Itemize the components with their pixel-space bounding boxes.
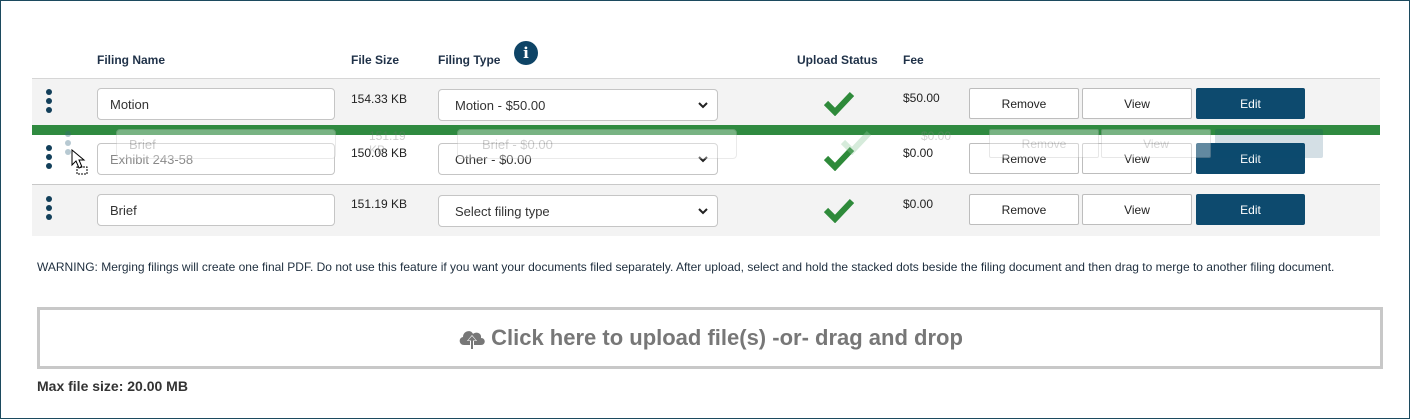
filing-type-select[interactable]: Motion - $50.00	[438, 89, 718, 121]
cursor-icon	[71, 149, 88, 175]
filing-type-value: Motion - $50.00	[455, 97, 546, 113]
filing-name-input[interactable]	[97, 194, 335, 226]
ghost-remove-button: Remove	[989, 129, 1099, 158]
check-icon	[824, 198, 854, 223]
filing-panel: Filing Name File Size Filing Type i Uplo…	[0, 0, 1410, 419]
upload-text: Click here to upload file(s) -or- drag a…	[491, 325, 963, 350]
check-icon	[841, 130, 871, 155]
filing-type-value: Select filing type	[455, 203, 550, 219]
view-button[interactable]: View	[1082, 194, 1192, 225]
remove-button[interactable]: Remove	[969, 88, 1079, 119]
filing-name-input[interactable]	[97, 88, 335, 120]
max-file-size: Max file size: 20.00 MB	[37, 378, 188, 394]
edit-button[interactable]: Edit	[1196, 88, 1305, 119]
fee-value: $50.00	[903, 91, 940, 105]
ghost-filing-type: Brief - $0.00	[457, 129, 737, 159]
cloud-upload-icon	[459, 331, 485, 349]
file-size: 154.33 KB	[351, 92, 408, 106]
remove-button[interactable]: Remove	[969, 194, 1079, 225]
filing-type-select[interactable]: Select filing type	[438, 195, 718, 227]
ghost-view-button: View	[1101, 129, 1211, 158]
header-file-size: File Size	[351, 53, 400, 67]
header-filing-name: Filing Name	[97, 53, 166, 67]
ghost-fee: $0.00	[921, 129, 952, 143]
drag-handle-icon[interactable]	[46, 89, 52, 116]
info-icon[interactable]: i	[514, 41, 538, 65]
view-button[interactable]: View	[1082, 88, 1192, 119]
header-filing-type: Filing Type	[438, 53, 501, 67]
drag-handle-icon[interactable]	[46, 145, 52, 172]
ghost-filing-name: Brief	[116, 129, 336, 159]
header-fee: Fee	[903, 53, 924, 67]
fee-value: $0.00	[903, 197, 934, 211]
fee-value: $0.00	[903, 146, 934, 160]
edit-button[interactable]: Edit	[1196, 194, 1305, 225]
check-icon	[824, 91, 854, 116]
chevron-down-icon	[698, 208, 708, 215]
header-upload-status: Upload Status	[797, 53, 878, 67]
upload-dropzone[interactable]: Click here to upload file(s) -or- drag a…	[37, 307, 1383, 369]
chevron-down-icon	[698, 102, 708, 109]
ghost-edit-button	[1215, 129, 1323, 158]
merge-warning-text: WARNING: Merging filings will create one…	[37, 260, 1335, 274]
drag-handle-icon[interactable]	[46, 196, 52, 223]
ghost-filing-type-value: Brief - $0.00	[482, 136, 553, 152]
file-size: 151.19 KB	[351, 197, 408, 211]
ghost-file-size: 151.19 KB	[369, 129, 406, 157]
